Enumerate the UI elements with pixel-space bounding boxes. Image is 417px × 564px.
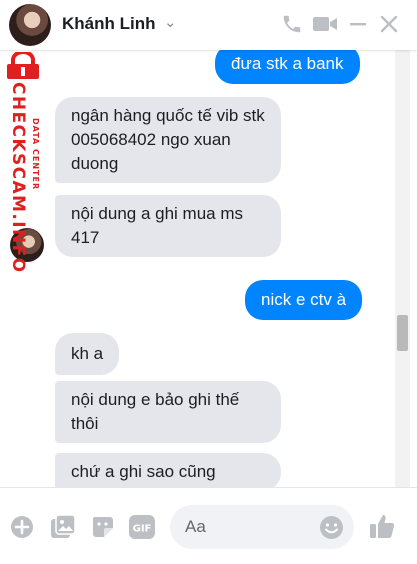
minimize-icon[interactable] (349, 13, 367, 35)
message-bubble: đưa stk a bank (215, 50, 360, 84)
message-bubble: nội dung e bảo ghi thế thôi (55, 381, 281, 443)
message-bubble: nick e ctv à (245, 280, 363, 320)
close-icon[interactable] (379, 14, 399, 34)
phone-icon[interactable] (281, 13, 303, 35)
gif-icon[interactable]: GIF (129, 515, 155, 539)
plus-icon[interactable] (10, 515, 34, 539)
message-bubble: kh a (55, 333, 120, 375)
thumbs-up-icon[interactable] (368, 512, 396, 540)
video-call-icon[interactable] (312, 13, 338, 35)
scrollbar-thumb[interactable] (397, 315, 408, 351)
message-input[interactable]: Aa (170, 505, 354, 549)
lock-icon (7, 52, 39, 79)
message-bubble: chứ a ghi sao cũng (55, 453, 281, 487)
watermark-subtitle: DATA CENTER (31, 118, 40, 191)
svg-text:GIF: GIF (133, 524, 152, 535)
chat-header: Khánh Linh ⌄ (0, 0, 417, 50)
message-list[interactable]: đưa stk a bank ngân hàng quốc tế vib stk… (0, 50, 395, 487)
scrollbar-track[interactable] (395, 50, 410, 487)
image-icon[interactable] (50, 514, 76, 540)
watermark-brand: CHECKSCAM.INFO (8, 82, 28, 274)
message-bubble: ngân hàng quốc tế vib stk 005068402 ngo … (55, 97, 281, 183)
emoji-icon[interactable] (319, 515, 344, 540)
message-bubble: nội dung a ghi mua ms 417 (55, 195, 281, 257)
message-composer: GIF Aa (0, 487, 417, 564)
contact-name[interactable]: Khánh Linh (62, 14, 155, 34)
contact-avatar[interactable] (9, 4, 51, 46)
chevron-down-icon[interactable]: ⌄ (164, 13, 177, 31)
message-input-placeholder: Aa (185, 517, 206, 536)
sticker-icon[interactable] (90, 514, 116, 540)
